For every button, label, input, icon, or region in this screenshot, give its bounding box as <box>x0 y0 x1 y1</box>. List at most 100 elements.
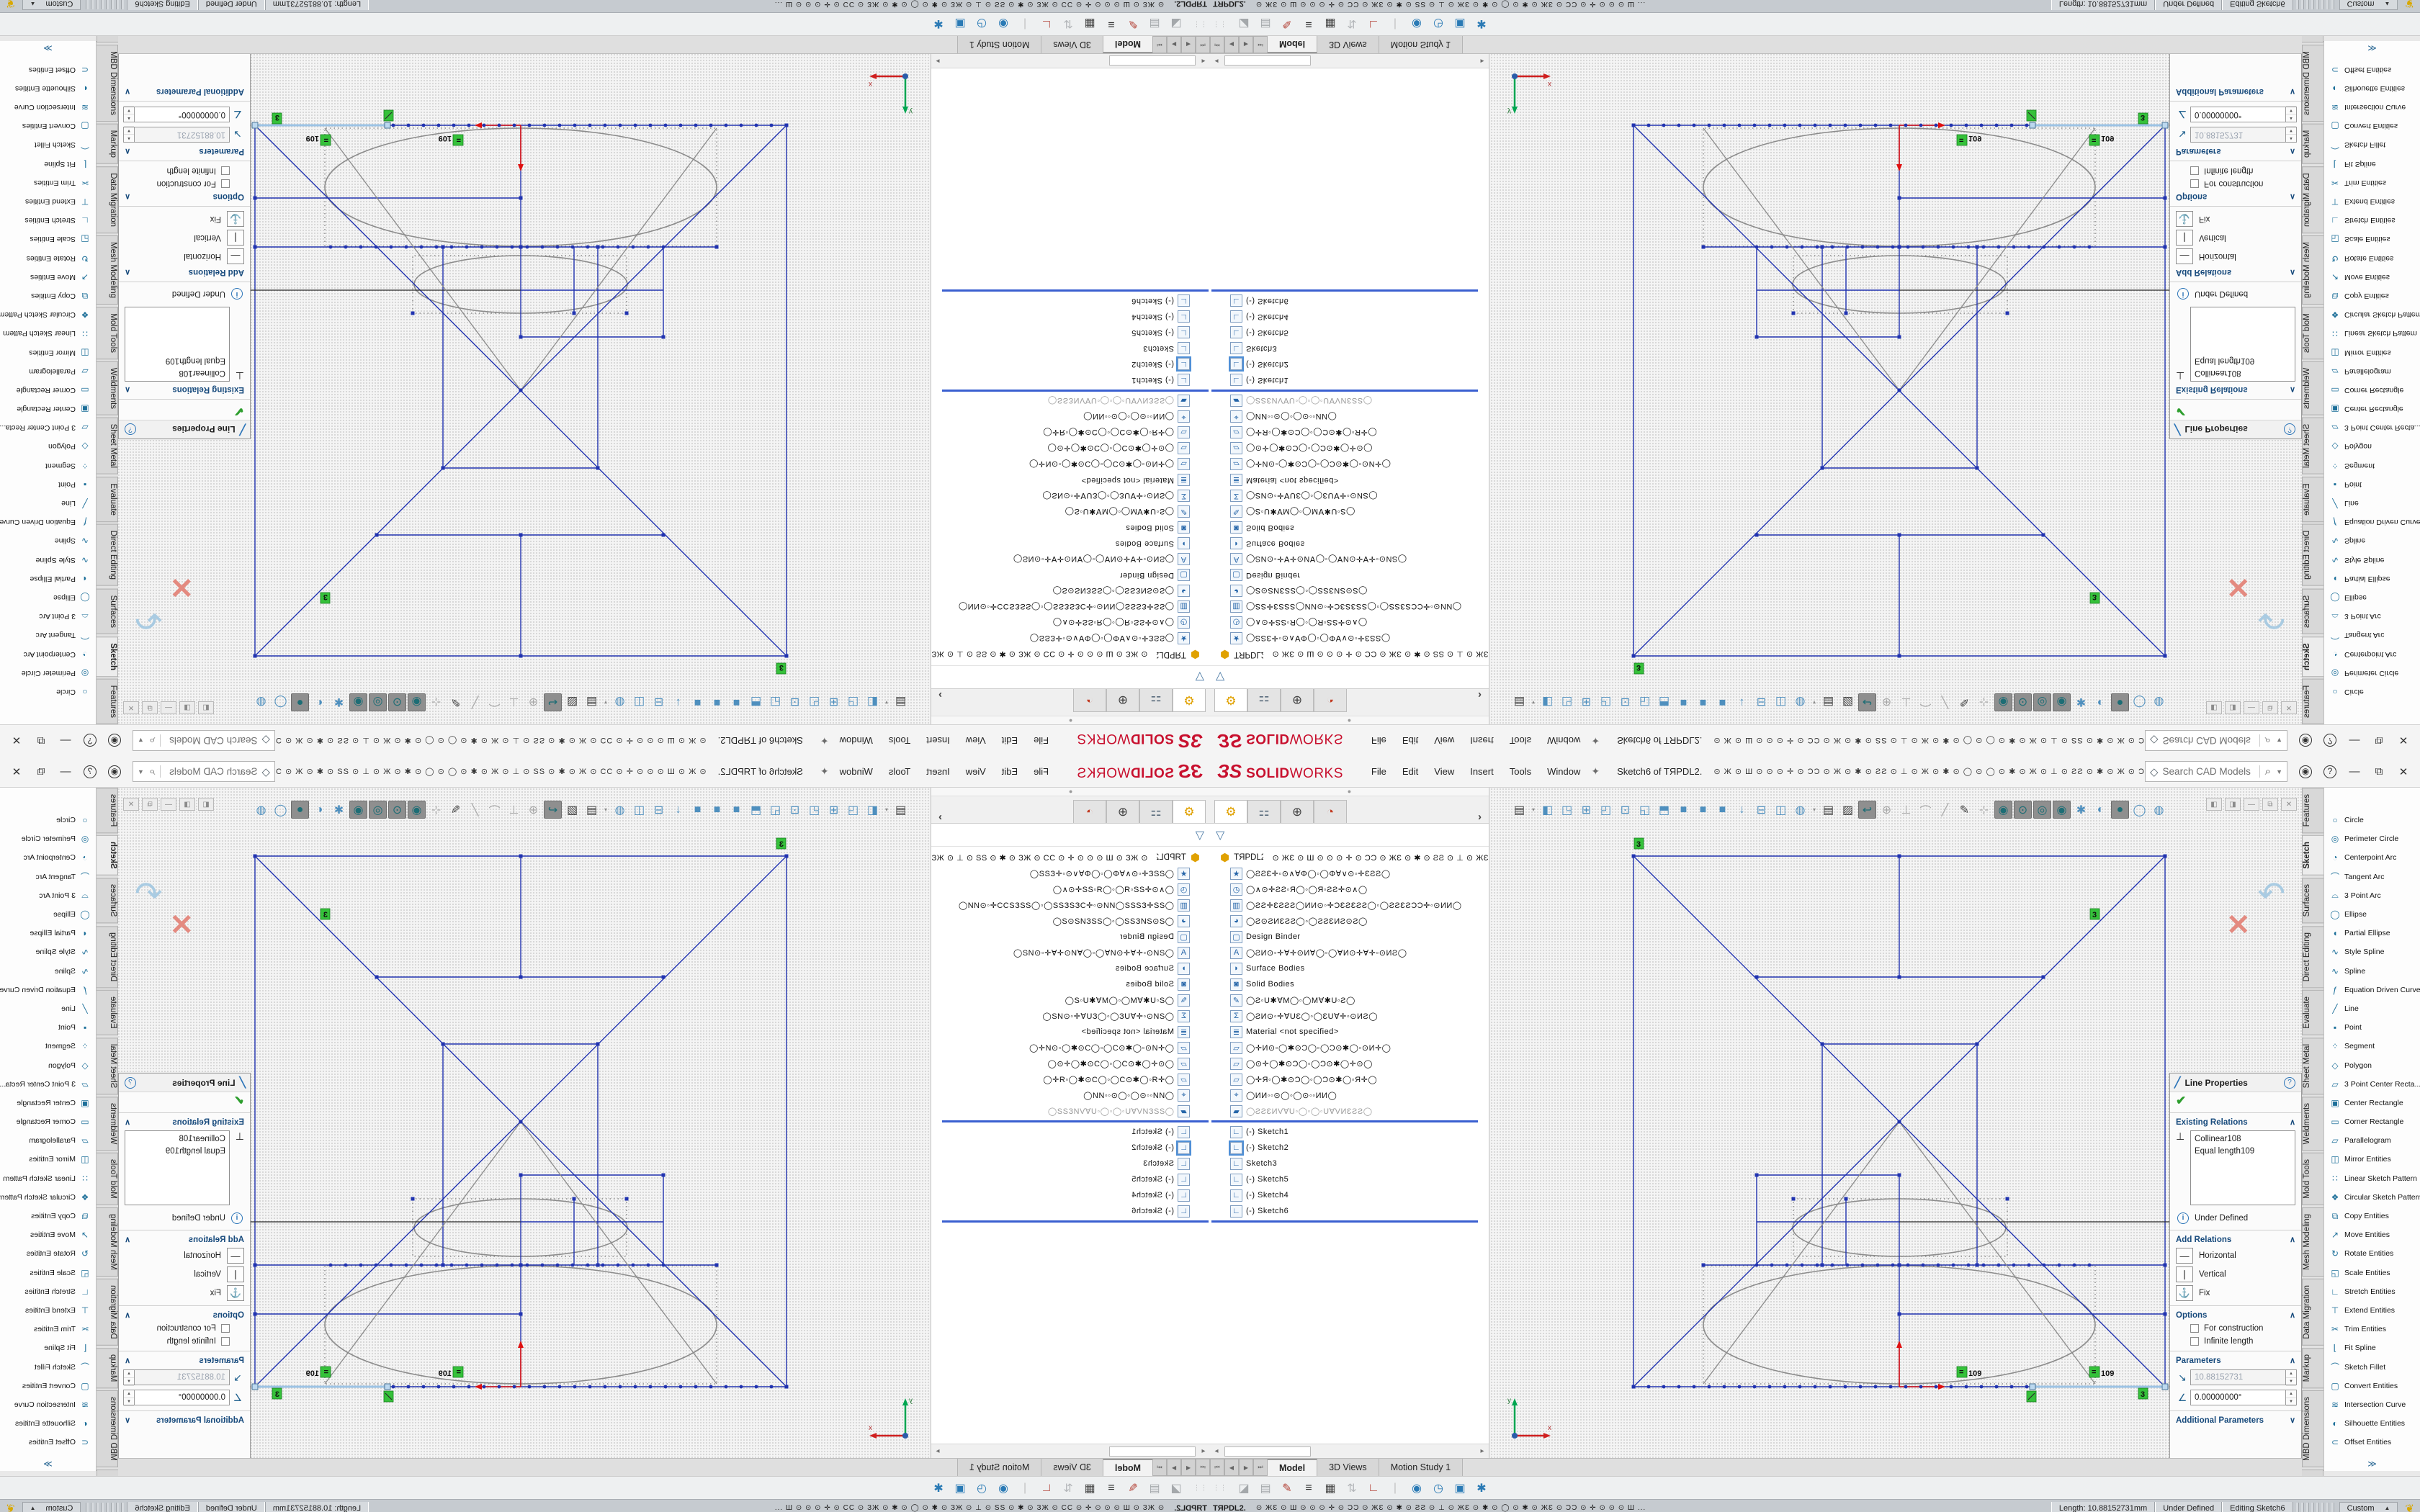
headsup-tool-icon[interactable]: ◳ <box>844 693 862 711</box>
checkbox[interactable] <box>2190 1324 2199 1333</box>
sketch-tool-item[interactable]: ❖ Circular Sketch Pattern <box>0 305 96 324</box>
sketch-tool-item[interactable]: ∿ Style Spline <box>0 551 96 570</box>
document-tab[interactable]: Model <box>1268 36 1317 53</box>
menu-item[interactable]: Window <box>1539 762 1588 781</box>
pin-icon[interactable]: ✦ <box>820 734 829 747</box>
sketch-tool-item[interactable]: ↗ Move Entities <box>0 268 96 287</box>
sketch-tool-item[interactable]: ⌊ Fit Spline <box>2324 155 2420 174</box>
collapse-chevron-icon[interactable]: ∧ <box>2290 1356 2295 1365</box>
manager-tab[interactable]: ⚙ <box>1173 689 1206 712</box>
tree-row[interactable]: ▸ ◙ Solid Bodies <box>1210 976 1489 992</box>
sketch-tool-item[interactable]: ⌓ 3 Point Arc <box>0 886 96 905</box>
tree-row[interactable]: ▸ ∟ (-) Sketch6 <box>931 293 1210 309</box>
checkbox[interactable] <box>221 1324 230 1333</box>
account-icon[interactable]: ◉ <box>102 762 127 781</box>
tree-row[interactable]: ▸ ◗ Surface Bodies <box>931 960 1210 976</box>
spinner[interactable]: ▲▼ <box>2286 1390 2297 1405</box>
checkbox[interactable] <box>221 179 230 188</box>
close-button[interactable]: ✕ <box>4 762 29 781</box>
tree-row[interactable]: ▸ ▱ ◯⊙✛◯✱⊙Ɔ◯◦◯Ɔ⊙✱◯✛⊙◯ <box>931 441 1210 456</box>
tree-hscrollbar[interactable]: ◂ ▸ <box>931 1444 1210 1458</box>
tree-row[interactable]: ▸ ◕ ◯Ƨ⊙ƧИƐƧƧ◯◦◯ƧƧƐИƧ⊙Ƨ◯ <box>931 583 1210 599</box>
headsup-tool-icon[interactable]: ◉ <box>408 693 426 711</box>
commandmanager-tab[interactable]: Sketch <box>2302 835 2323 876</box>
search-box[interactable]: ◇ Search CAD Models ⌕ ▼ <box>2145 730 2287 751</box>
tree-row[interactable]: ▸ ∟ (-) Sketch2 <box>1210 1140 1489 1156</box>
tree-row[interactable]: ▸ ◙ Solid Bodies <box>1210 520 1489 536</box>
tab-nav-button[interactable]: ⏭ <box>1152 1459 1167 1476</box>
bottom-toolbar-icon[interactable]: ◉ <box>1406 17 1428 32</box>
menu-item[interactable]: Edit <box>994 762 1026 781</box>
ok-checkmark-icon[interactable]: ✔ <box>2170 402 2301 420</box>
relations-listbox[interactable]: Collinear108Equal length109 <box>2190 307 2295 382</box>
headsup-tool-icon[interactable]: ⬒ <box>1655 693 1673 711</box>
tree-row[interactable]: ▸ ▱ ◯✛Я◦◯✱⊙Ɔ◯◦◯Ɔ⊙✱◯◦Я✛◯ <box>1210 1071 1489 1087</box>
restore-button[interactable]: ⧉ <box>29 762 53 780</box>
menu-item[interactable]: File <box>1363 731 1394 750</box>
menu-item[interactable]: Tools <box>1502 731 1539 750</box>
sketch-tool-item[interactable]: ◱ Scale Entities <box>0 1264 96 1282</box>
sketch-tool-item[interactable]: ▭ Corner Rectangle <box>0 1112 96 1131</box>
headsup-tool-icon[interactable]: ■ <box>727 693 745 711</box>
sketch-tool-item[interactable]: ▪ Point <box>0 475 96 494</box>
tree-row[interactable]: ▸ ∟ (-) Sketch1 <box>931 1124 1210 1140</box>
sketch-tool-item[interactable]: ⊂ Offset Entities <box>2324 60 2420 79</box>
bottom-toolbar-icon[interactable]: ∟ <box>1036 18 1057 31</box>
relation-entry[interactable]: Collinear108 <box>129 366 225 379</box>
commandmanager-tab[interactable]: Markup <box>97 124 118 164</box>
tree-row[interactable]: ▸ ◙ Solid Bodies <box>931 976 1210 992</box>
sketch-tool-item[interactable]: ◫ Mirror Entities <box>0 343 96 361</box>
headsup-tool-icon[interactable]: ▾ <box>883 693 890 711</box>
commandmanager-tab[interactable]: Sheet Metal <box>2302 1038 2323 1094</box>
headsup-tool-icon[interactable]: ▾ <box>1811 801 1818 819</box>
bottom-toolbar-icon[interactable]: ▦ <box>1319 1481 1341 1495</box>
headsup-tool-icon[interactable]: ◎ <box>2033 801 2051 819</box>
sketch-tool-item[interactable]: ◖ Partial Ellipse <box>0 570 96 588</box>
tree-row[interactable]: ▸ ▱ ◯✛Я◦◯✱⊙Ɔ◯◦◯Ɔ⊙✱◯◦Я✛◯ <box>931 1071 1210 1087</box>
confirm-exit-sketch-icon[interactable]: ↶ <box>2257 874 2285 913</box>
bottom-toolbar-icon[interactable]: ▦ <box>1319 17 1341 32</box>
tree-row[interactable]: ▸ ▰ ◯ƧƧƐИV∀U◦◯◦◯◦U∀VИƐƧƧ◯ <box>1210 1103 1489 1119</box>
headsup-tool-icon[interactable]: ✎ <box>1955 693 1973 711</box>
commandmanager-tab[interactable]: Surfaces <box>2302 878 2323 923</box>
headsup-tool-icon[interactable]: ⌒ <box>485 693 503 711</box>
manager-tab[interactable]: ⊕ <box>1281 689 1314 712</box>
panel-grip[interactable]: ● <box>931 716 1210 724</box>
menu-item[interactable]: Insert <box>1462 731 1502 750</box>
sketch-tool-item[interactable]: ⌓ 3 Point Arc <box>2324 886 2420 905</box>
tree-row[interactable]: ▸ ∟ (-) Sketch5 <box>1210 1171 1489 1187</box>
tree-row[interactable]: ▸ ⌖ ◯ИИ◦◦⊙◯◦◯⊙◦◦ИИ◯ <box>1210 409 1489 425</box>
relation-entry[interactable]: Equal length109 <box>129 1146 225 1158</box>
tree-row[interactable]: ▸ A ◯ƧИ⊙◦✛∀✛⊙И∀◯◦◯∀И⊙✛∀✛◦⊙ИƧ◯ <box>931 552 1210 567</box>
sketch-tool-item[interactable]: ∿ Spline <box>2324 962 2420 981</box>
tree-row[interactable]: ▸ ★ ◯ƧƧƐ✛◦⊙∧∀Φ◯◦◯Φ∀∨⊙◦✛ƐƧƧ◯ <box>931 865 1210 881</box>
rollback-bar[interactable] <box>1211 289 1478 292</box>
sketch-tool-item[interactable]: ◔ Centerpoint Arc <box>0 644 96 663</box>
menu-item[interactable]: Edit <box>994 731 1026 750</box>
headsup-tool-icon[interactable]: ◯ <box>272 801 290 819</box>
restore-button[interactable]: ⧉ <box>2367 762 2391 780</box>
headsup-tool-icon[interactable]: ⊟ <box>650 693 668 711</box>
tree-row[interactable]: ▸ ▱ ◯⊙✛◯✱⊙Ɔ◯◦◯Ɔ⊙✱◯✛⊙◯ <box>1210 441 1489 456</box>
headsup-tool-icon[interactable]: ▾ <box>1811 693 1818 711</box>
tree-hscrollbar[interactable]: ◂ ▸ <box>1210 1444 1489 1458</box>
tree-row[interactable]: ▸ ★ ◯ƧƧƐ✛◦⊙∧∀Φ◯◦◯Φ∀∨⊙◦✛ƐƧƧ◯ <box>1210 865 1489 881</box>
headsup-tool-icon[interactable]: ◉ <box>349 801 367 819</box>
headsup-tool-icon[interactable]: ■ <box>1713 801 1731 819</box>
tab-nav-button[interactable]: ◀ <box>1181 1459 1196 1476</box>
bottom-toolbar-icon[interactable]: ◪ <box>1165 1481 1187 1495</box>
headsup-tool-icon[interactable]: ↓ <box>1733 801 1751 819</box>
parameters-header[interactable]: Parameters ∧ <box>119 145 250 161</box>
sketch-tool-item[interactable]: ▣ Center Rectangle <box>2324 1094 2420 1112</box>
restore-button[interactable]: ⧉ <box>2367 732 2391 750</box>
bottom-toolbar-icon[interactable]: ◷ <box>1428 1481 1449 1495</box>
sketch-tool-item[interactable]: ≋ Intersection Curve <box>2324 1395 2420 1414</box>
headsup-tool-icon[interactable]: ⊟ <box>1752 801 1770 819</box>
tab-nav-button[interactable]: ⏭ <box>1152 36 1167 53</box>
commandmanager-tab[interactable]: Evaluate <box>97 990 118 1035</box>
headsup-tool-icon[interactable]: ◧ <box>1538 801 1556 819</box>
headsup-tool-icon[interactable]: ◧ <box>864 801 882 819</box>
tree-root-row[interactable]: ⬢ TЯPDL2. ⊙ ЖƐ ⊙ Ш ⊙ ⊙ ⊙ ✛ ⊙ ƆƆ ⊙ ЖƐ ⊙ ✱… <box>1210 850 1489 865</box>
sketch-tool-item[interactable]: ◎ Perimeter Circle <box>2324 829 2420 848</box>
parameter-field[interactable]: 10.88152731 <box>2190 1369 2286 1385</box>
